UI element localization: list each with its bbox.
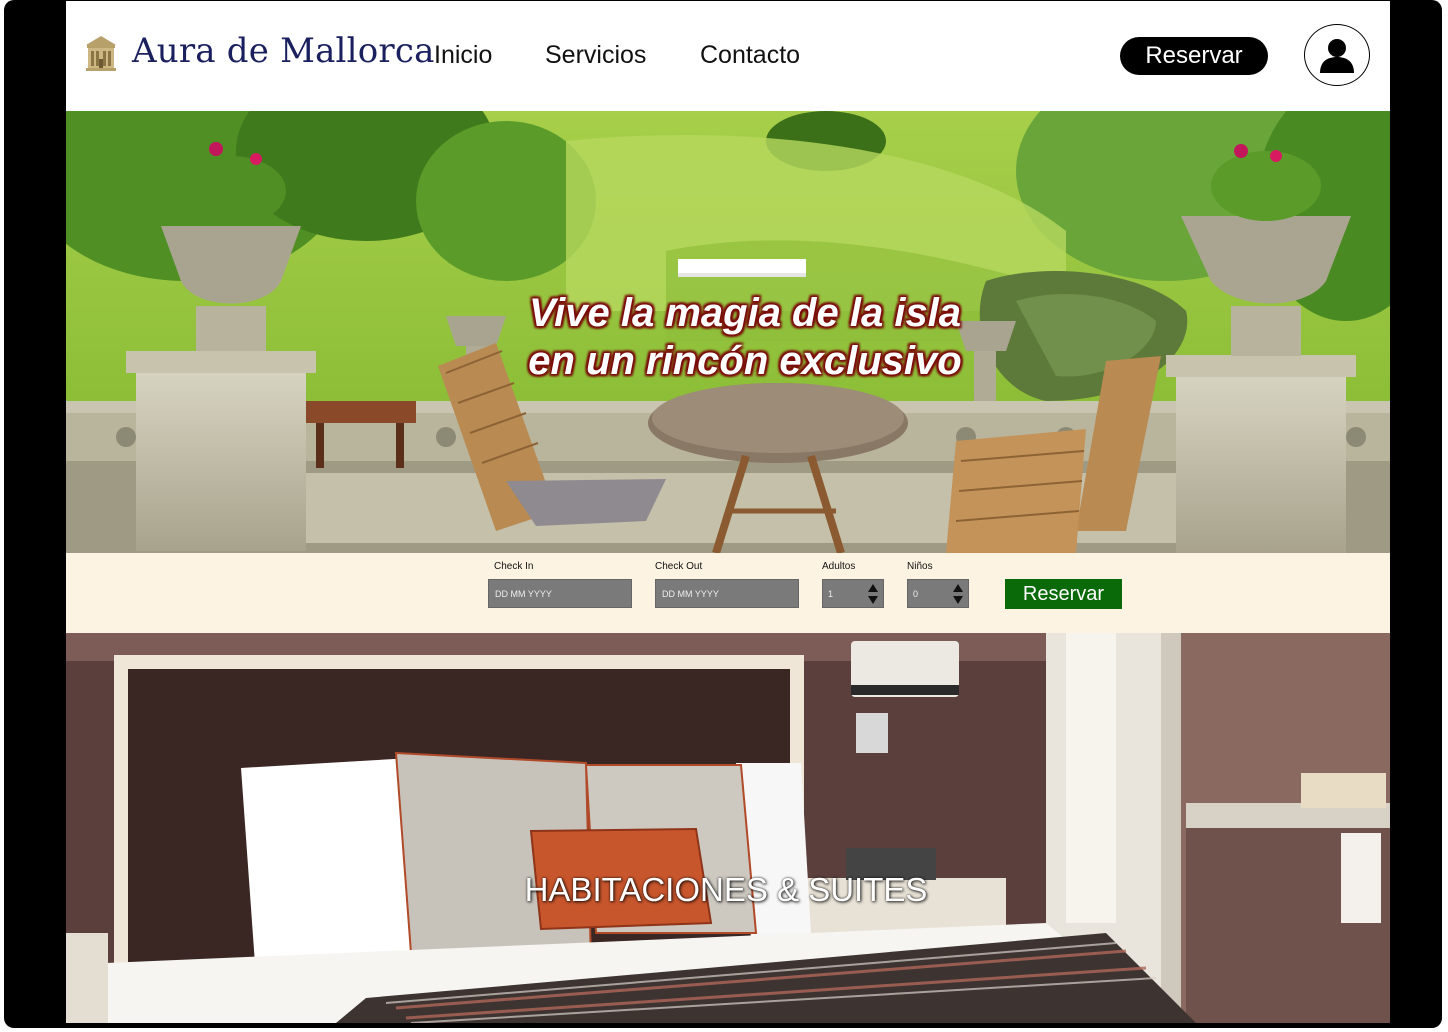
- site-header: Aura de Mallorca Inicio Servicios Contac…: [66, 1, 1390, 111]
- browser-viewport: Aura de Mallorca Inicio Servicios Contac…: [66, 1, 1390, 1023]
- checkout-input[interactable]: DD MM YYYY: [655, 579, 799, 608]
- adults-value: 1: [828, 588, 834, 599]
- nav-link-inicio[interactable]: Inicio: [434, 41, 492, 70]
- hero-headline: Vive la magia de la isla en un rincón ex…: [66, 289, 1390, 385]
- checkout-placeholder: DD MM YYYY: [662, 588, 719, 599]
- user-account-button[interactable]: [1304, 24, 1370, 86]
- hotel-building-icon: [86, 36, 116, 71]
- rooms-section[interactable]: HABITACIONES & SUITES: [66, 633, 1390, 1023]
- checkin-label: Check In: [494, 561, 534, 572]
- nav-link-contacto[interactable]: Contacto: [700, 41, 800, 70]
- adults-label: Adultos: [822, 561, 856, 572]
- user-account-icon: [1320, 39, 1354, 73]
- hero-banner: Vive la magia de la isla en un rincón ex…: [66, 111, 1390, 553]
- children-stepper[interactable]: 0: [907, 579, 969, 608]
- header-reserve-button[interactable]: Reservar: [1120, 37, 1268, 75]
- booking-reserve-button[interactable]: Reservar: [1005, 579, 1122, 609]
- spinner-arrows-icon[interactable]: [867, 583, 879, 605]
- device-frame: Aura de Mallorca Inicio Servicios Contac…: [4, 0, 1442, 1028]
- children-value: 0: [913, 588, 919, 599]
- hero-headline-line-2: en un rincón exclusivo: [528, 339, 962, 383]
- brand-name[interactable]: Aura de Mallorca: [132, 31, 435, 71]
- checkin-input[interactable]: DD MM YYYY: [488, 579, 632, 608]
- adults-stepper[interactable]: 1: [822, 579, 884, 608]
- checkout-label: Check Out: [655, 561, 703, 572]
- booking-bar: Check In DD MM YYYY Check Out DD MM YYYY…: [66, 553, 1390, 633]
- nav-link-servicios[interactable]: Servicios: [545, 41, 646, 70]
- hotel-bedroom-image: [66, 633, 1390, 1023]
- hero-headline-line-1: Vive la magia de la isla: [528, 291, 962, 335]
- children-label: Niños: [907, 561, 933, 572]
- checkin-placeholder: DD MM YYYY: [495, 588, 552, 599]
- rooms-title[interactable]: HABITACIONES & SUITES: [66, 871, 1390, 909]
- spinner-arrows-icon[interactable]: [952, 583, 964, 605]
